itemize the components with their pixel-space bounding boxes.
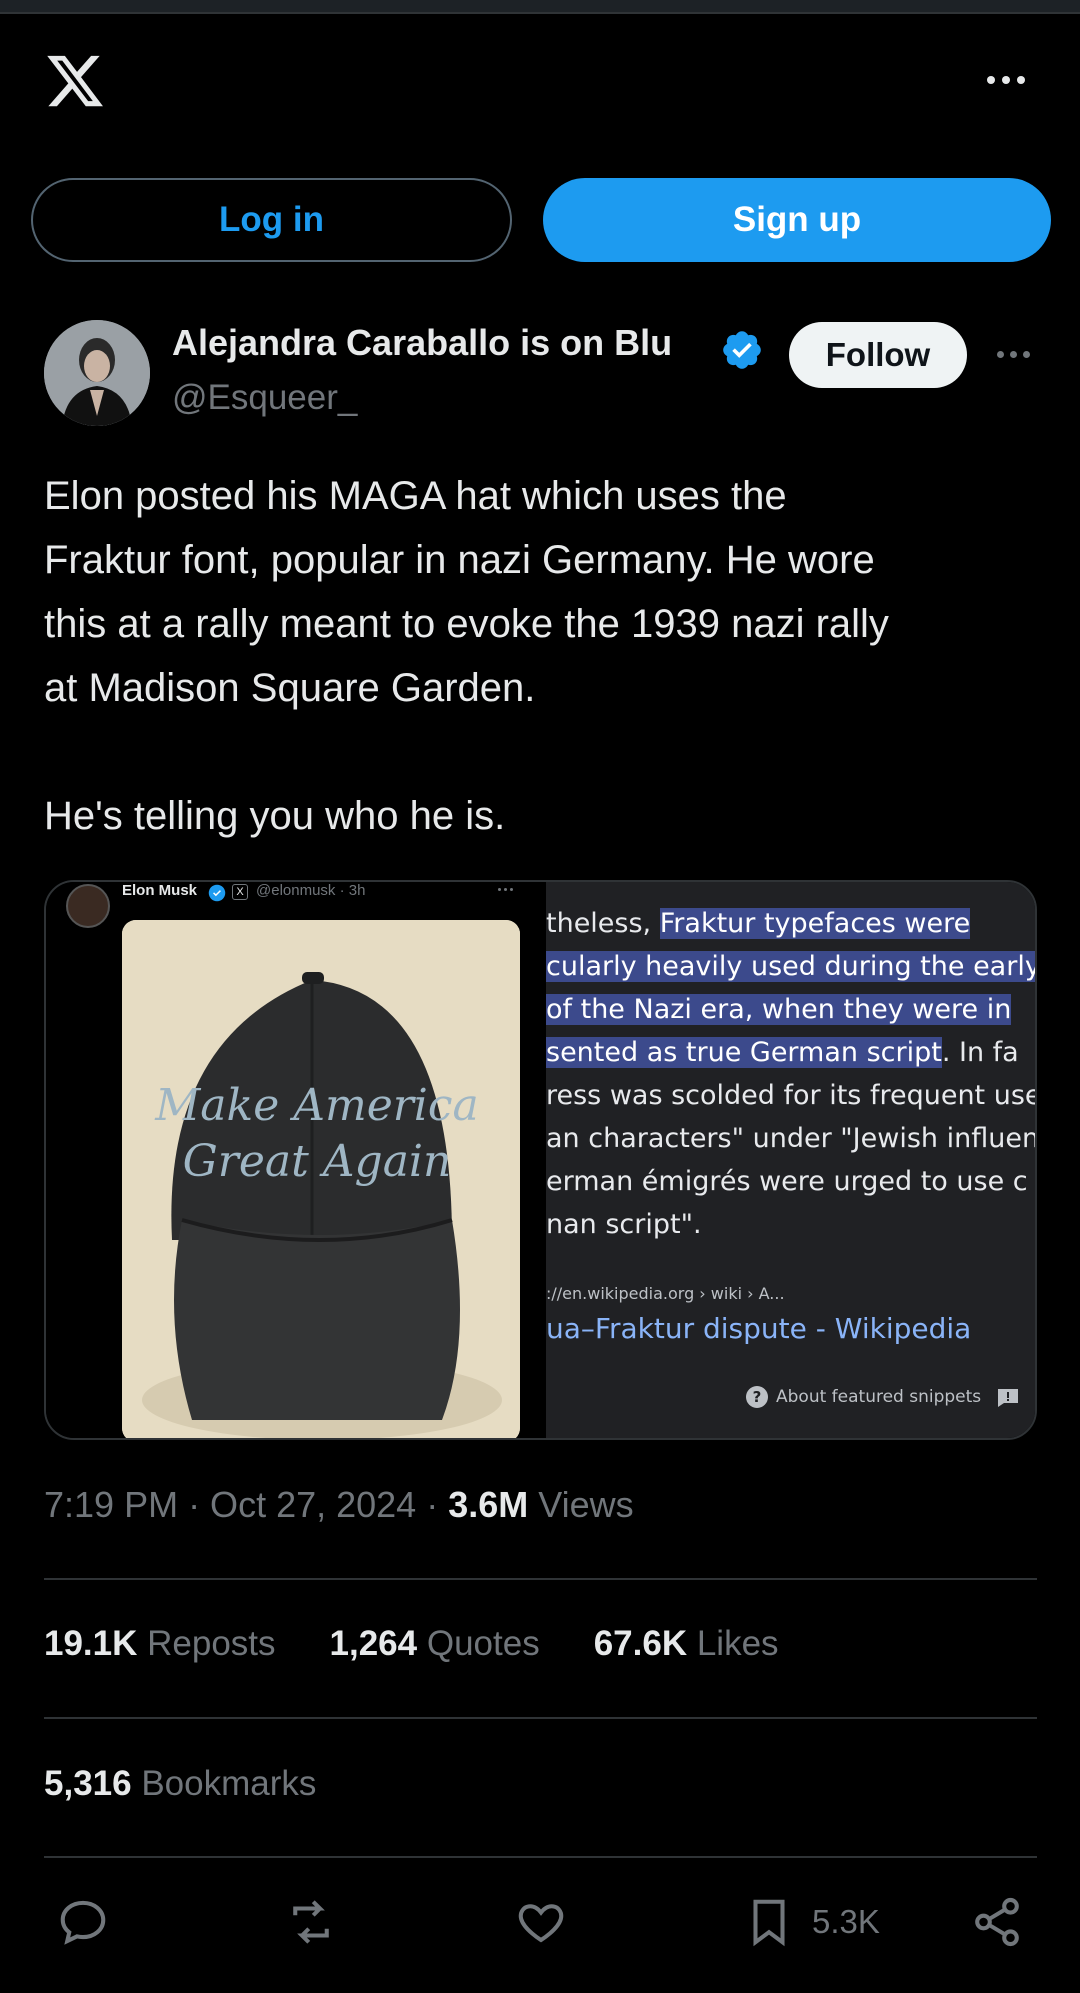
divider: [44, 1578, 1037, 1580]
verified-badge-icon: [723, 331, 761, 369]
snippet-line: an characters" under "Jewish influen: [546, 1117, 1037, 1160]
reply-icon: [60, 1900, 106, 1945]
divider: [44, 1856, 1037, 1858]
snippet-line: of the Nazi era, when they were in: [546, 988, 1035, 1031]
author-name[interactable]: Alejandra Caraballo is on Blu: [172, 322, 672, 364]
x-logo-icon[interactable]: [44, 50, 106, 112]
follow-button[interactable]: Follow: [789, 322, 967, 388]
reposts-label: Reposts: [137, 1624, 276, 1663]
heart-icon: [518, 1904, 564, 1943]
tweet-text: Elon posted his MAGA hat which uses the …: [44, 464, 1044, 848]
hat-text-line1: Make America: [154, 1080, 479, 1131]
share-button[interactable]: [970, 1890, 1024, 1954]
snippet-text-part: an characters" under "Jewish influen: [546, 1123, 1037, 1154]
likes-stat[interactable]: 67.6K Likes: [594, 1624, 779, 1664]
snippet-highlight: Fraktur typefaces were: [659, 908, 971, 939]
snippet-highlight: cularly heavily used during the early: [546, 951, 1035, 982]
inner-handle: @elonmusk · 3h: [256, 882, 366, 899]
tweet-text-line: at Madison Square Garden.: [44, 666, 536, 710]
bookmark-icon: [753, 1899, 785, 1947]
quotes-count: 1,264: [329, 1624, 418, 1663]
embedded-tweet-screenshot: Elon Musk X @elonmusk · 3h Make America …: [46, 882, 546, 1438]
divider: [44, 1717, 1037, 1719]
bookmarks-stat: 5,316 Bookmarks: [44, 1764, 316, 1804]
repost-button[interactable]: [284, 1890, 338, 1954]
action-bar: 5.3K: [0, 1890, 1080, 1954]
snippet-text-part: nan script".: [546, 1209, 702, 1240]
snippet-text: theless, Fraktur typefaces were cularly h…: [546, 902, 1037, 1246]
bookmarks-count: 5,316: [44, 1764, 132, 1803]
inner-avatar: [66, 884, 110, 928]
snippet-line: theless, Fraktur typefaces were: [546, 902, 1035, 945]
reposts-stat[interactable]: 19.1K Reposts: [44, 1624, 276, 1664]
tweet-text-line: He's telling you who he is.: [44, 794, 506, 838]
snippet-text-part: erman émigrés were urged to use c: [546, 1166, 1028, 1197]
inner-more-icon: [498, 888, 513, 891]
like-button[interactable]: [514, 1890, 568, 1954]
snippet-link: ua–Fraktur dispute - Wikipedia: [546, 1312, 972, 1345]
hat-photo: Make America Great Again: [122, 920, 520, 1438]
reposts-count: 19.1K: [44, 1624, 138, 1663]
views-label: Views: [528, 1484, 634, 1525]
avatar[interactable]: [44, 320, 150, 426]
likes-count: 67.6K: [593, 1624, 688, 1663]
help-icon: ?: [746, 1386, 768, 1408]
about-snippets-label: About featured snippets: [776, 1387, 982, 1407]
status-bar-edge: [0, 0, 1080, 14]
snippet-line: ress was scolded for its frequent use: [546, 1074, 1037, 1117]
author-handle[interactable]: @Esqueer_: [172, 378, 357, 418]
post-timestamp[interactable]: 7:19 PM · Oct 27, 2024 · 3.6M Views: [44, 1484, 634, 1526]
bookmark-button[interactable]: 5.3K: [742, 1890, 880, 1954]
tweet-text-line: Elon posted his MAGA hat which uses the: [44, 474, 787, 518]
feedback-icon: [998, 1389, 1018, 1407]
inner-verified-icon: [208, 884, 226, 902]
views-count: 3.6M: [448, 1484, 529, 1525]
repost-icon: [293, 1900, 329, 1944]
snippet-line: nan script".: [546, 1203, 1035, 1246]
login-button[interactable]: Log in: [31, 178, 512, 262]
snippet-line: erman émigrés were urged to use c: [546, 1160, 1035, 1203]
snippet-highlight: sented as true German script: [546, 1037, 942, 1068]
tweet-text-line: this at a rally meant to evoke the 1939 …: [44, 602, 889, 646]
snippet-line: cularly heavily used during the early: [546, 945, 1035, 988]
snippet-url: ://en.wikipedia.org › wiki › A...: [546, 1284, 785, 1303]
hat-text-line2: Great Again: [183, 1136, 452, 1187]
about-snippets: ? About featured snippets: [746, 1386, 981, 1408]
media-attachment[interactable]: Elon Musk X @elonmusk · 3h Make America …: [44, 880, 1037, 1440]
snippet-text-part: ress was scolded for its frequent use: [546, 1080, 1037, 1111]
quotes-label: Quotes: [417, 1624, 540, 1663]
share-icon: [975, 1897, 1019, 1947]
snippet-line: sented as true German script. In fa: [546, 1031, 1035, 1074]
more-horizontal-icon[interactable]: [980, 60, 1032, 100]
wikipedia-snippet-screenshot: theless, Fraktur typefaces were cularly h…: [546, 882, 1037, 1438]
snippet-text-part: theless,: [546, 908, 660, 939]
reply-button[interactable]: [56, 1890, 110, 1954]
post-more-icon[interactable]: [990, 336, 1036, 372]
snippet-highlight: of the Nazi era, when they were in: [546, 994, 1012, 1025]
likes-label: Likes: [687, 1624, 779, 1663]
inner-author-name: Elon Musk: [122, 882, 198, 899]
quotes-stat[interactable]: 1,264 Quotes: [330, 1624, 540, 1664]
tweet-text-line: Fraktur font, popular in nazi Germany. H…: [44, 538, 875, 582]
bookmark-action-count: 5.3K: [812, 1903, 880, 1940]
snippet-text-part: . In fa: [941, 1037, 1019, 1068]
post-time: 7:19 PM · Oct 27, 2024 ·: [44, 1484, 449, 1525]
engagement-stats: 19.1K Reposts 1,264 Quotes 67.6K Likes: [44, 1624, 779, 1664]
inner-x-badge: X: [232, 884, 248, 900]
signup-button[interactable]: Sign up: [543, 178, 1051, 262]
bookmarks-label: Bookmarks: [131, 1764, 317, 1803]
